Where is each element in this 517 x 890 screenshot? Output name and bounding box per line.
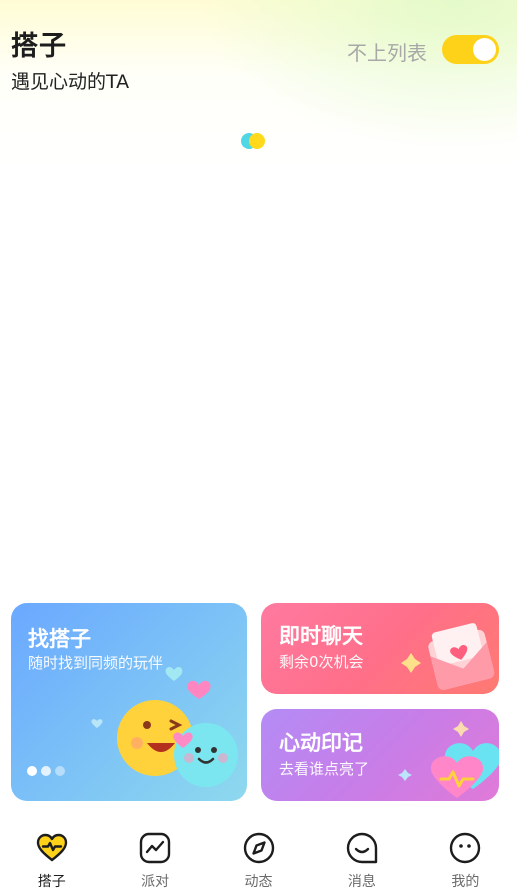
page-subtitle: 遇见心动的TA xyxy=(11,71,130,93)
page-title: 搭子 xyxy=(11,31,67,62)
tab-messages-label: 消息 xyxy=(347,874,376,890)
tab-partner-label: 搭子 xyxy=(37,874,66,890)
instant-chat-card[interactable]: 即时聊天 剩余0次机会 xyxy=(261,603,499,694)
carousel-pager xyxy=(27,766,67,778)
tab-moments[interactable]: 动态 xyxy=(207,820,310,890)
hide-from-list-label: 不上列表 xyxy=(347,41,427,65)
heart-pulse-icon xyxy=(36,833,67,862)
compass-icon xyxy=(243,832,274,864)
hide-from-list-toggle[interactable] xyxy=(442,35,499,64)
tab-me-label: 我的 xyxy=(451,874,480,890)
toggle-knob xyxy=(473,38,496,61)
tab-party-label: 派对 xyxy=(141,874,170,890)
pager-dot xyxy=(41,766,51,776)
tab-messages[interactable]: 消息 xyxy=(310,820,413,890)
glowing-heart-icon xyxy=(398,721,499,798)
trend-chat-icon xyxy=(139,832,171,864)
bottom-tab-bar: 搭子 派对 动态 消息 我的 xyxy=(0,820,517,890)
face-icon xyxy=(450,832,481,864)
tab-me[interactable]: 我的 xyxy=(414,820,517,890)
smile-bubble-icon xyxy=(346,832,378,864)
tab-party[interactable]: 派对 xyxy=(103,820,206,890)
heart-imprint-card[interactable]: 心动印记 去看谁点亮了 xyxy=(261,709,499,801)
find-partner-card[interactable]: 找搭子 随时找到同频的玩伴 xyxy=(11,603,247,801)
tab-partner[interactable]: 搭子 xyxy=(0,820,103,890)
pager-dot-active xyxy=(27,766,37,776)
envelope-icon xyxy=(401,623,495,690)
loading-indicator xyxy=(241,132,267,150)
tab-moments-label: 动态 xyxy=(244,874,273,890)
pager-dot xyxy=(55,766,65,776)
loading-dot-yellow xyxy=(249,133,265,149)
